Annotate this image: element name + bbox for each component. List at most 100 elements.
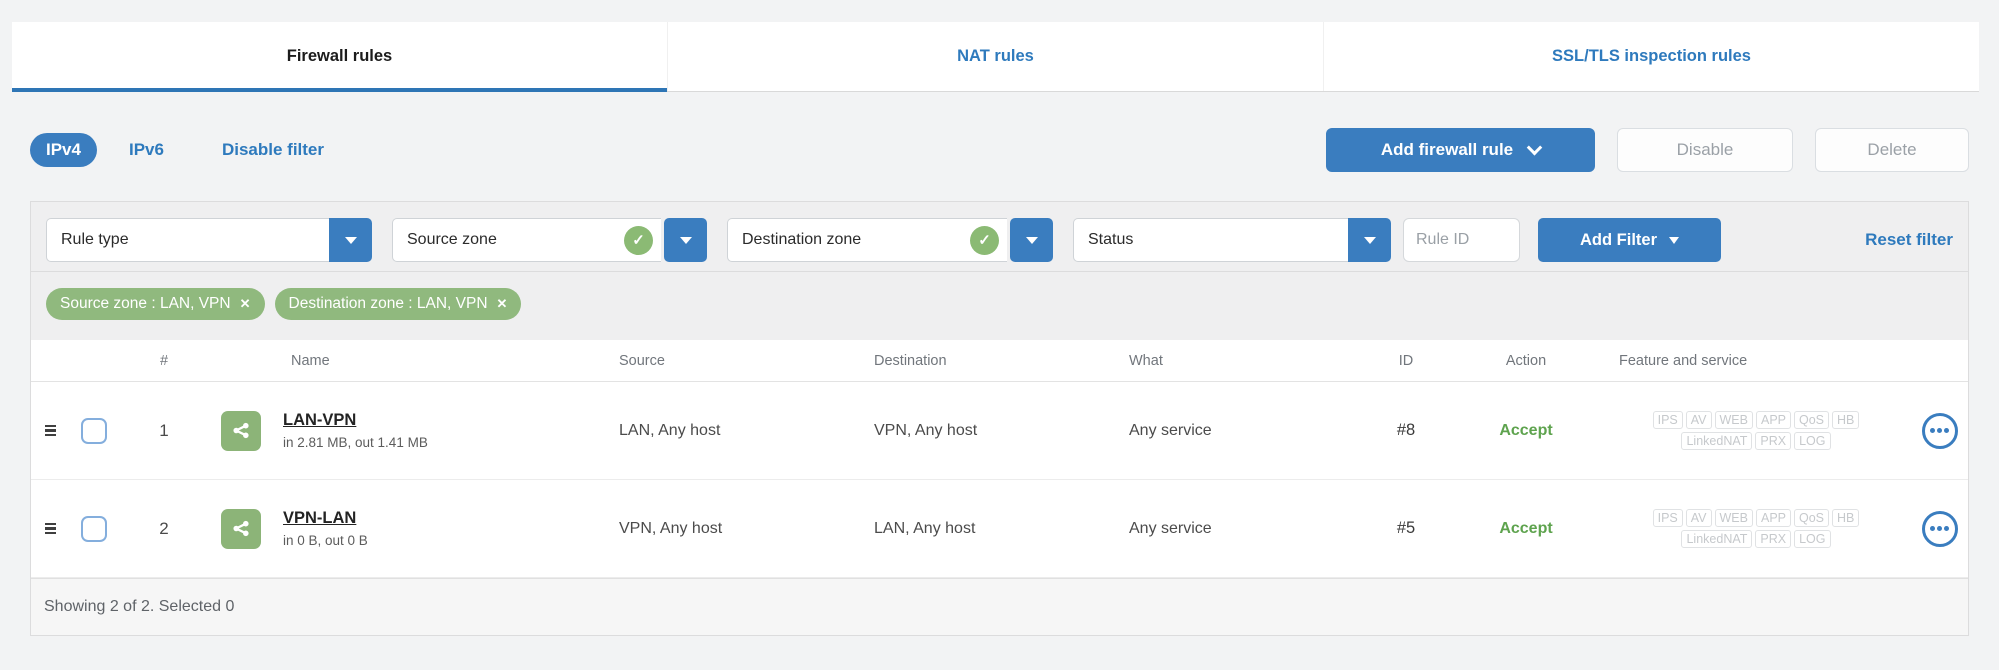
chip-label: Destination zone : LAN, VPN <box>288 295 488 312</box>
chip-remove-icon[interactable]: ✕ <box>240 296 251 312</box>
tab-firewall-rules[interactable]: Firewall rules <box>12 22 667 92</box>
rule-destination: VPN, Any host <box>874 421 978 439</box>
panel-divider <box>31 271 1968 272</box>
feature-badge: WEB <box>1714 411 1753 429</box>
row-number: 2 <box>159 518 169 538</box>
feature-badge: QoS <box>1794 411 1830 429</box>
filter-source-zone[interactable]: Source zone ✓ <box>392 218 707 262</box>
table-row: 1 LAN-VPN in 2.81 MB, out 1.41 MB LAN, A… <box>31 382 1968 480</box>
disable-filter-link[interactable]: Disable filter <box>222 140 324 160</box>
caret-down-icon <box>1025 236 1038 250</box>
feature-badge: HB <box>1832 411 1860 429</box>
caret-down-icon <box>1669 236 1679 249</box>
header-action: Action <box>1505 352 1547 369</box>
header-id: ID <box>1398 352 1414 369</box>
table-summary: Showing 2 of 2. Selected 0 <box>44 598 235 615</box>
filter-destination-zone[interactable]: Destination zone ✓ <box>727 218 1053 262</box>
share-network-icon <box>221 410 261 451</box>
tab-label: Firewall rules <box>286 47 393 65</box>
header-source: Source <box>619 352 665 369</box>
caret-down-icon <box>344 236 357 250</box>
rule-action: Accept <box>1499 421 1553 439</box>
chevron-down-icon[interactable] <box>1010 218 1053 262</box>
feature-badges: IPS AV WEB APP QoS HB LinkedNAT PRX LOG <box>1601 509 1911 548</box>
rule-destination: LAN, Any host <box>874 519 976 537</box>
rule-name-link[interactable]: LAN-VPN <box>283 411 356 430</box>
add-filter-label: Add Filter <box>1580 230 1657 249</box>
feature-badge: AV <box>1685 509 1712 527</box>
rule-id: #5 <box>1396 519 1416 537</box>
tab-nat-rules[interactable]: NAT rules <box>667 22 1323 91</box>
feature-badges: IPS AV WEB APP QoS HB LinkedNAT PRX LOG <box>1601 411 1911 450</box>
chevron-down-icon[interactable] <box>329 218 372 262</box>
feature-badge: LOG <box>1794 530 1831 548</box>
ipv4-toggle[interactable]: IPv4 <box>30 133 97 167</box>
header-name: Name <box>291 352 330 369</box>
chip-remove-icon[interactable]: ✕ <box>497 296 508 312</box>
filter-rule-type-field[interactable]: Rule type <box>46 218 329 262</box>
rule-id-input[interactable] <box>1403 218 1520 262</box>
chevron-down-icon[interactable] <box>1348 218 1391 262</box>
controls-right-group: Add firewall rule Disable Delete <box>1326 128 1969 172</box>
filter-row: Rule type Source zone ✓ Destination zone… <box>46 218 1953 262</box>
filter-label: Destination zone <box>742 231 862 248</box>
feature-badge: LOG <box>1794 432 1831 450</box>
active-filter-chips: Source zone : LAN, VPN ✕ Destination zon… <box>46 288 1953 320</box>
rule-traffic-stats: in 0 B, out 0 B <box>283 533 368 548</box>
add-firewall-rule-label: Add firewall rule <box>1380 140 1514 159</box>
filter-status-field[interactable]: Status <box>1073 218 1348 262</box>
table-header-row: # Name Source Destination What ID Action… <box>31 340 1968 382</box>
share-network-icon <box>221 508 261 549</box>
feature-badge: APP <box>1755 509 1791 527</box>
check-circle-icon: ✓ <box>970 225 999 255</box>
table-row: 2 VPN-LAN in 0 B, out 0 B VPN, Any host … <box>31 480 1968 578</box>
filter-source-zone-field[interactable]: Source zone ✓ <box>392 218 661 262</box>
row-checkbox[interactable] <box>81 515 107 542</box>
filter-chip-destination-zone: Destination zone : LAN, VPN ✕ <box>274 288 522 320</box>
reset-filter-link[interactable]: Reset filter <box>1865 230 1953 250</box>
feature-badge: PRX <box>1755 530 1792 548</box>
rule-what: Any service <box>1129 519 1212 537</box>
add-firewall-rule-button[interactable]: Add firewall rule <box>1326 128 1595 172</box>
rule-source: VPN, Any host <box>619 519 723 537</box>
feature-badge: QoS <box>1794 509 1830 527</box>
rule-id: #8 <box>1396 421 1416 439</box>
ipv6-toggle[interactable]: IPv6 <box>129 140 164 160</box>
row-menu-ellipsis-icon[interactable] <box>1921 412 1958 449</box>
header-what: What <box>1129 352 1163 369</box>
drag-handle-icon[interactable] <box>41 519 60 539</box>
table-footer: Showing 2 of 2. Selected 0 <box>31 578 1968 635</box>
tab-ssl-tls-inspection-rules[interactable]: SSL/TLS inspection rules <box>1323 22 1979 91</box>
feature-badge: IPS <box>1652 509 1683 527</box>
feature-badge: IPS <box>1652 411 1683 429</box>
filter-label: Source zone <box>407 231 497 248</box>
rule-traffic-stats: in 2.81 MB, out 1.41 MB <box>283 435 428 450</box>
feature-badge: PRX <box>1755 432 1792 450</box>
filter-destination-zone-field[interactable]: Destination zone ✓ <box>727 218 1007 262</box>
filter-status[interactable]: Status <box>1073 218 1391 262</box>
controls-row: IPv4 IPv6 Disable filter Add firewall ru… <box>30 128 1969 172</box>
row-checkbox[interactable] <box>81 417 107 444</box>
feature-badge: AV <box>1685 411 1712 429</box>
drag-handle-icon[interactable] <box>41 421 60 441</box>
feature-badge: HB <box>1832 509 1860 527</box>
tab-label: SSL/TLS inspection rules <box>1552 47 1751 65</box>
tab-bar: Firewall rules NAT rules SSL/TLS inspect… <box>12 22 1979 92</box>
header-destination: Destination <box>874 352 947 369</box>
rule-name-link[interactable]: VPN-LAN <box>283 509 356 528</box>
delete-button[interactable]: Delete <box>1815 128 1969 172</box>
rule-source: LAN, Any host <box>619 421 721 439</box>
chevron-down-icon <box>1526 139 1543 155</box>
row-menu-ellipsis-icon[interactable] <box>1921 510 1958 547</box>
filter-label: Rule type <box>61 231 129 248</box>
caret-down-icon <box>1363 236 1376 250</box>
chevron-down-icon[interactable] <box>664 218 707 262</box>
filter-rule-type[interactable]: Rule type <box>46 218 372 262</box>
rule-what: Any service <box>1129 421 1212 439</box>
feature-badge: APP <box>1755 411 1791 429</box>
add-filter-button[interactable]: Add Filter <box>1538 218 1721 262</box>
filter-label: Status <box>1088 231 1134 248</box>
filter-chip-source-zone: Source zone : LAN, VPN ✕ <box>46 288 265 320</box>
disable-button[interactable]: Disable <box>1617 128 1793 172</box>
feature-badge: WEB <box>1714 509 1753 527</box>
